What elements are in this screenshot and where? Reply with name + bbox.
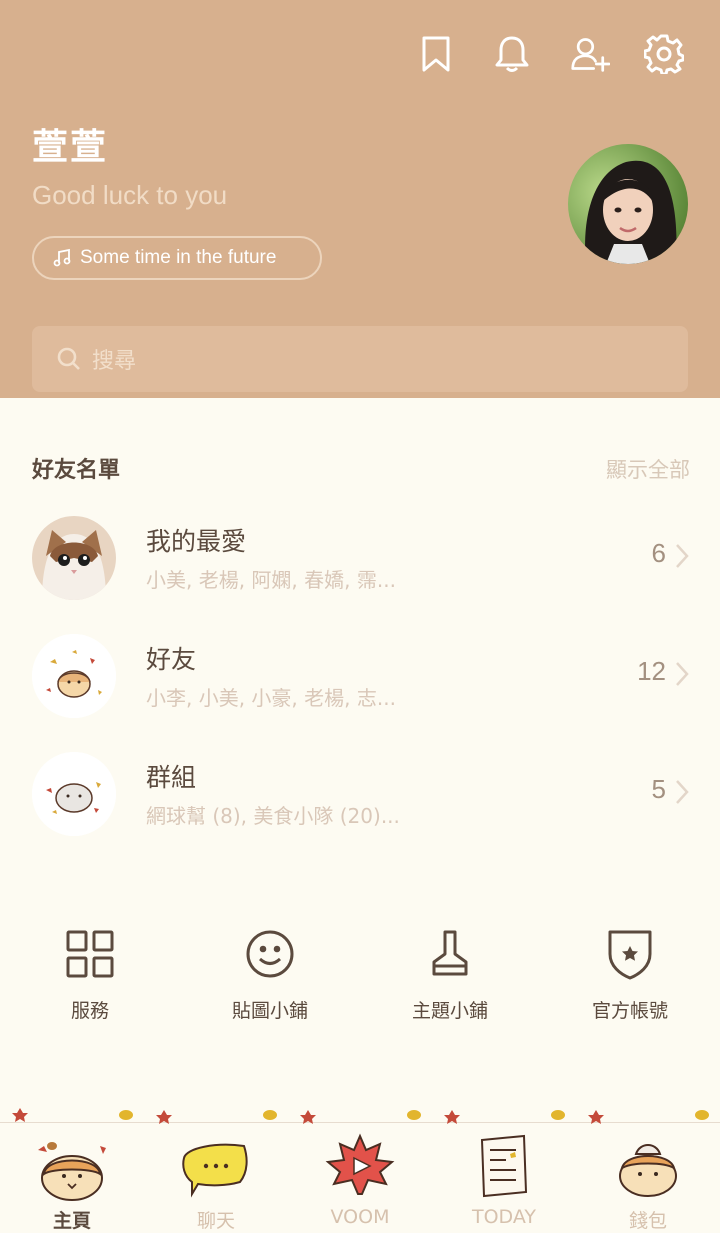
friend-row-count: 5 xyxy=(651,774,666,804)
shortcut-theme-shop[interactable]: 主題小鋪 xyxy=(360,926,540,1023)
friend-row-count: 12 xyxy=(637,656,666,686)
shortcut-label: 官方帳號 xyxy=(591,1000,668,1022)
profile-avatar[interactable] xyxy=(568,144,688,264)
settings-icon[interactable] xyxy=(643,34,685,76)
shield-star-icon xyxy=(608,930,652,980)
friend-row-title: 我的最愛 xyxy=(146,527,247,556)
leaf-icon xyxy=(156,1110,172,1124)
profile-music-title: Some time in the future xyxy=(80,247,277,268)
nav-label: 聊天 xyxy=(196,1210,235,1232)
shortcut-label: 貼圖小鋪 xyxy=(231,1000,308,1022)
leaf-icon xyxy=(407,1110,421,1120)
shortcut-label: 服務 xyxy=(70,1000,109,1022)
nav-chats[interactable]: 聊天 xyxy=(144,1126,288,1232)
music-note-icon xyxy=(53,248,71,267)
leaf-icon xyxy=(588,1110,604,1124)
brush-icon xyxy=(432,930,468,976)
search-placeholder: 搜尋 xyxy=(92,349,137,374)
profile-header: 萱萱 Good luck to you Some time in the fut… xyxy=(0,0,720,398)
leaf-icon xyxy=(263,1110,277,1120)
nav-label: 錢包 xyxy=(628,1210,667,1232)
leaf-icon xyxy=(444,1110,460,1124)
wallet-hamster-icon xyxy=(619,1144,677,1197)
shortcut-label: 主題小鋪 xyxy=(411,1000,488,1022)
profile-status-message[interactable]: Good luck to you xyxy=(32,180,227,211)
add-friend-icon[interactable] xyxy=(570,34,614,74)
friends-thumbnail xyxy=(32,634,116,718)
nav-home[interactable]: 主頁 xyxy=(0,1126,144,1232)
bottom-navigation: 主頁 聊天 VOOM TODAY 錢包 xyxy=(0,1100,720,1232)
bookmark-icon[interactable] xyxy=(416,34,456,74)
leaf-icon xyxy=(119,1110,133,1120)
friend-row-title: 群組 xyxy=(146,763,197,792)
chevron-right-icon xyxy=(676,544,689,568)
friend-row-groups[interactable]: 群組 網球幫 (8), 美食小隊 (20)... 5 xyxy=(0,752,720,862)
bell-icon[interactable] xyxy=(492,34,532,74)
nav-wallet[interactable]: 錢包 xyxy=(576,1126,720,1232)
nav-label: TODAY xyxy=(472,1206,536,1228)
favorites-thumbnail xyxy=(32,516,116,600)
friend-row-subtitle: 小美, 老楊, 阿嫻, 春嬌, 霈... xyxy=(146,568,396,592)
friend-row-count: 6 xyxy=(651,538,666,568)
friend-row-subtitle: 網球幫 (8), 美食小隊 (20)... xyxy=(146,804,400,828)
nav-label: 主頁 xyxy=(52,1210,91,1232)
leaf-icon xyxy=(551,1110,565,1120)
maple-leaf-play-icon xyxy=(325,1133,395,1195)
chevron-right-icon xyxy=(676,780,689,804)
leaf-icon xyxy=(695,1110,709,1120)
friend-row-subtitle: 小李, 小美, 小豪, 老楊, 志... xyxy=(146,686,396,710)
leaf-icon xyxy=(300,1110,316,1124)
profile-music-button[interactable]: Some time in the future xyxy=(32,236,322,280)
chat-bubble-icon xyxy=(182,1143,248,1198)
friends-section-title: 好友名單 xyxy=(32,458,121,483)
search-bar[interactable]: 搜尋 xyxy=(32,326,688,392)
nav-divider xyxy=(0,1122,720,1123)
shortcut-services[interactable]: 服務 xyxy=(0,926,180,1023)
profile-name[interactable]: 萱萱 xyxy=(32,118,108,170)
friend-row-title: 好友 xyxy=(146,645,197,674)
shortcut-official-accounts[interactable]: 官方帳號 xyxy=(540,926,720,1023)
search-icon xyxy=(57,347,80,370)
chevron-right-icon xyxy=(676,662,689,686)
groups-thumbnail xyxy=(32,752,116,836)
nav-today[interactable]: TODAY xyxy=(432,1126,576,1232)
newspaper-icon xyxy=(480,1134,528,1198)
grid-icon xyxy=(66,930,114,978)
leaf-icon xyxy=(12,1108,28,1122)
friend-row-friends[interactable]: 好友 小李, 小美, 小豪, 老楊, 志... 12 xyxy=(0,634,720,744)
show-all-link[interactable]: 顯示全部 xyxy=(606,454,690,484)
shortcut-sticker-shop[interactable]: 貼圖小鋪 xyxy=(180,926,360,1023)
nav-label: VOOM xyxy=(330,1206,390,1228)
smiley-icon xyxy=(246,930,294,978)
home-hamster-icon xyxy=(38,1142,106,1201)
nav-voom[interactable]: VOOM xyxy=(288,1126,432,1232)
friend-row-favorites[interactable]: 我的最愛 小美, 老楊, 阿嫻, 春嬌, 霈... 6 xyxy=(0,516,720,626)
